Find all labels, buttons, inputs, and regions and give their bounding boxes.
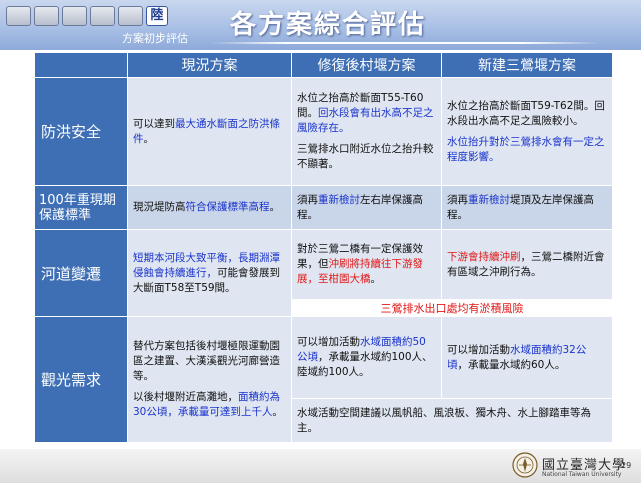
column-header-current: 現況方案 [127,52,292,78]
row-header-standard: 100年重現期保護標準 [34,185,128,230]
text-segment: 須再 [447,193,468,206]
table-corner [34,52,128,78]
table-row-river: 河道變遷 短期本河段大致平衡，長期淵潭侵蝕會持續進行，可能會發展到大斷面T58至… [34,229,613,317]
sediment-risk-banner: 三鶯排水出口處均有淤積風險 [291,299,613,317]
column-header-weir-repair: 修復後村堰方案 [291,52,442,78]
title-underline [210,42,600,44]
row-header-river: 河道變遷 [34,229,128,317]
text-segment: ，承載量水域約100人、陸域約100人。 [297,351,433,378]
cell-tourism-shared: 水域活動空間建議以風帆船、風浪板、獨木舟、水上腳踏車等為主。 [291,398,613,443]
column-header-new-weir: 新建三鶯堰方案 [441,52,613,78]
nav-button-3[interactable] [62,6,87,26]
text-segment: 現況堤防高 [133,201,186,213]
text-segment: ，承載量水域約60人。 [457,358,566,371]
cell-standard-new-weir: 須再重新檢討堤頂及左岸保護高程。 [441,185,613,230]
slide-subtitle: 方案初步評估 [122,32,188,45]
ntu-emblem-icon [512,452,538,478]
table-header-row: 現況方案 修復後村堰方案 新建三鶯堰方案 [34,52,613,78]
row-header-tourism: 觀光需求 [34,316,128,443]
text-segment: 可以達到 [133,117,175,130]
text-segment: 回水段會有出水高不足之風險存在。 [297,107,434,134]
text-segment: 。 [269,201,281,213]
cell-flood-new-weir: 水位之抬高於斷面T59-T62間。回水段出水高不足之風險較小。 水位抬升對於三鶯… [441,77,613,186]
nav-buttons: 陸 [6,6,168,26]
text-segment: 以後村堰附近高灘地， [133,391,238,403]
cell-standard-current: 現況堤防高符合保護標準高程。 [127,185,292,230]
text-segment: 符合保護標準高程 [185,201,270,213]
text-segment: 可以增加活動 [297,336,360,348]
text-segment: 下游會持續沖刷 [447,250,521,263]
text-segment: 水位抬升對於三鶯排水會有一定之程度影響。 [447,135,605,163]
cell-standard-weir-repair: 須再重新檢討左右岸保護高程。 [291,185,442,230]
cell-tourism-current: 替代方案包括後村堰極限運動園區之建置、大漢溪觀光河廊營造等。 以後村堰附近高灘地… [127,316,292,443]
text-segment: 可以增加活動 [447,343,510,356]
text-segment: 三鶯排水口附近水位之抬升較不顯著。 [297,143,434,170]
slide-title: 各方案綜合評估 [230,10,427,40]
text-segment: 水位之抬高於斷面T59-T62間。回水段出水高不足之風險較小。 [447,99,605,127]
cell-river-new-weir: 下游會持續沖刷，三鶯二橋附近會有區域之沖刷行為。 [441,229,613,300]
table-row-flood: 防洪安全 可以達到最大通水斷面之防洪條件。 水位之抬高於斷面T55-T60間。回… [34,77,613,186]
text-segment: 替代方案包括後村堰極限運動園區之建置、大漢溪觀光河廊營造等。 [133,340,280,382]
ntu-logo-subtext: National Taiwan University [542,471,622,478]
cell-flood-weir-repair: 水位之抬高於斷面T55-T60間。回水段會有出水高不足之風險存在。 三鶯排水口附… [291,77,442,186]
cell-river-weir-repair: 對於三鶯二橋有一定保護效果，但沖刷將持續往下游發展，至柑園大橋。 [291,229,442,300]
table-row-tourism: 觀光需求 替代方案包括後村堰極限運動園區之建置、大漢溪觀光河廊營造等。 以後村堰… [34,316,613,443]
text-segment: 須再 [297,193,318,206]
evaluation-table: 現況方案 修復後村堰方案 新建三鶯堰方案 防洪安全 可以達到最大通水斷面之防洪條… [34,52,613,443]
nav-button-1[interactable] [6,6,31,26]
text-segment: 。 [143,132,155,145]
text-segment: 重新檢討 [468,193,510,206]
text-segment: 。 [370,273,382,285]
cell-tourism-weir-repair: 可以增加活動水域面積約50公頃，承載量水域約100人、陸域約100人。 [291,316,442,399]
text-segment: 。 [272,406,283,418]
page-number: 29 [621,461,632,470]
text-segment: 重新檢討 [318,193,360,206]
nav-button-2[interactable] [34,6,59,26]
nav-button-current[interactable]: 陸 [146,6,168,26]
cell-flood-current: 可以達到最大通水斷面之防洪條件。 [127,77,292,186]
nav-button-5[interactable] [118,6,143,26]
cell-tourism-new-weir: 可以增加活動水域面積約32公頃，承載量水域約60人。 [441,316,613,399]
nav-button-4[interactable] [90,6,115,26]
table-row-standard: 100年重現期保護標準 現況堤防高符合保護標準高程。 須再重新檢討左右岸保護高程… [34,185,613,230]
slide-header: 陸 方案初步評估 各方案綜合評估 [0,0,641,50]
row-header-flood: 防洪安全 [34,77,128,186]
cell-river-current: 短期本河段大致平衡，長期淵潭侵蝕會持續進行，可能會發展到大斷面T58至T59間。 [127,229,292,317]
